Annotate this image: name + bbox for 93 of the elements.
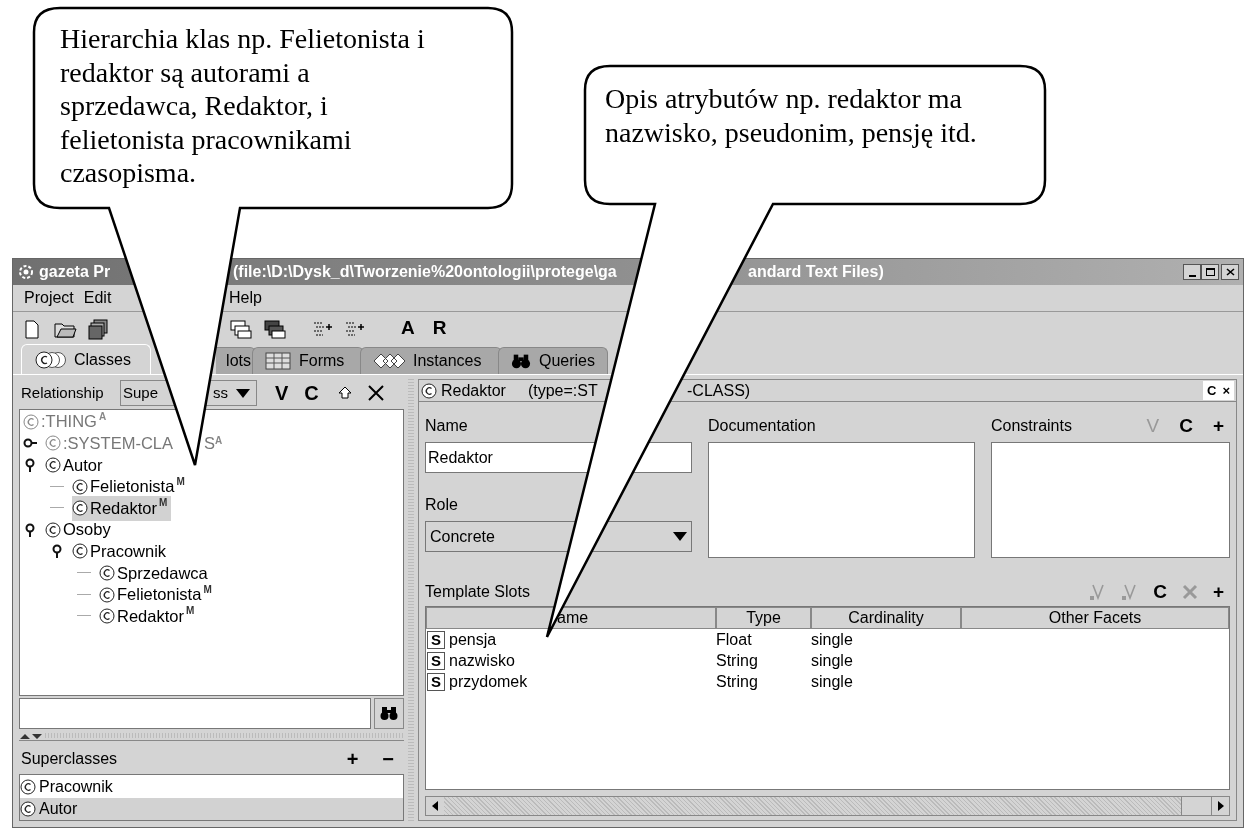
left-arrow-icon[interactable]	[432, 801, 438, 811]
search-field[interactable]	[19, 698, 371, 730]
menu-item[interactable]: Edit	[80, 286, 115, 310]
class-icon	[45, 435, 61, 452]
windows-icon[interactable]	[263, 317, 287, 340]
table-cell-text: single	[811, 671, 854, 692]
menu-item[interactable]: Project	[21, 286, 77, 310]
column-header[interactable]: Other Facets	[961, 607, 1229, 629]
right-arrow-icon[interactable]	[1217, 801, 1224, 811]
table-cell-text: nazwisko	[449, 650, 515, 671]
window-title: gazeta Pr	[39, 262, 111, 282]
class-icon	[23, 413, 39, 430]
remove-button[interactable]: −	[382, 743, 394, 774]
template-slots-title: Template Slots	[425, 582, 530, 602]
relationship-label: Relationship	[21, 382, 105, 403]
class-name: Redaktor	[441, 380, 506, 401]
name-label: Name	[425, 416, 469, 436]
instances-icon	[373, 352, 405, 370]
close-button[interactable]	[1221, 264, 1239, 280]
tab[interactable]: Forms	[252, 347, 364, 374]
tab[interactable]: Classes	[21, 344, 151, 374]
slot-marker: S	[427, 630, 445, 649]
class-icon	[72, 543, 88, 560]
add-button[interactable]: +	[346, 743, 359, 774]
class-type: (type=:ST	[527, 380, 598, 401]
binoculars-icon	[380, 706, 398, 722]
header-button[interactable]: C	[1207, 380, 1217, 401]
tab[interactable]: Queries	[498, 347, 608, 374]
class-type: -CLASS)	[687, 380, 751, 401]
table-cell-text: przydomek	[449, 671, 528, 692]
slot-button[interactable]: C	[1153, 577, 1167, 607]
table-cell-text: String	[716, 650, 759, 671]
table-cell-text: Float	[716, 629, 753, 650]
toolbar-button[interactable]: A	[401, 314, 415, 343]
role-label: Role	[425, 495, 459, 515]
class-icon	[99, 586, 115, 603]
splitter-arrows-icon[interactable]	[19, 731, 43, 740]
class-icon	[72, 478, 88, 495]
constraint-button[interactable]: C	[1179, 411, 1193, 441]
callout-text: Hierarchia klas np. Felietonista i redaktor są autorami a sprzedawca, Redaktor, i felietonista pracownikami czasopisma.	[60, 22, 425, 190]
expanded-handle-icon[interactable]	[23, 458, 37, 472]
slot-marker: S	[427, 672, 445, 691]
slot-marker: S	[427, 651, 445, 670]
table-cell-text: String	[716, 671, 759, 692]
toolbar-button[interactable]: V	[275, 378, 289, 408]
window-title: (file:\D:\Dysk_d\Tworzenie%20ontologii\protege\ga	[233, 263, 617, 280]
classes-icon	[34, 350, 66, 369]
column-header[interactable]: Type	[716, 607, 811, 629]
class-icon	[45, 457, 61, 473]
dropdown-arrow-icon	[236, 388, 250, 398]
superclasses-title: Superclasses	[21, 748, 118, 769]
form-grid-icon	[265, 352, 291, 370]
window-title: andard Text Files)	[748, 262, 884, 282]
tree-item-text: S$^{A}$	[204, 433, 223, 454]
expanded-handle-icon[interactable]	[50, 544, 64, 559]
table-cell-text: single	[811, 629, 854, 650]
table-cell-text: pensja	[449, 629, 497, 650]
floppy-disks-icon[interactable]	[87, 317, 109, 340]
tree-item[interactable]: Redaktor$^{M}$	[72, 495, 172, 521]
slot-button[interactable]: +	[1212, 577, 1224, 607]
binoculars-icon	[511, 352, 531, 370]
constraint-button[interactable]: +	[1212, 411, 1224, 441]
list-item[interactable]: Pracownik	[20, 776, 403, 798]
role-dropdown[interactable]: Concrete	[425, 521, 692, 552]
horizontal-scrollbar[interactable]	[425, 796, 1230, 816]
up-arrow-icon[interactable]	[336, 385, 353, 401]
constraints-label: Constraints	[991, 416, 1072, 436]
column-header[interactable]: ame	[426, 607, 716, 629]
app-logo-icon	[17, 263, 35, 281]
maximize-button[interactable]	[1201, 264, 1219, 280]
class-icon	[45, 521, 61, 538]
close-button[interactable]: ×	[1222, 380, 1230, 401]
constraints-field[interactable]	[991, 442, 1230, 558]
documentation-field[interactable]	[708, 442, 975, 558]
dropdown-arrow-icon	[673, 532, 687, 541]
close-icon	[1225, 268, 1235, 276]
search-button[interactable]	[374, 698, 404, 730]
menu-item[interactable]: Help	[226, 286, 265, 310]
delete-icon[interactable]	[366, 384, 385, 402]
class-icon	[72, 500, 88, 517]
documentation-label: Documentation	[708, 416, 817, 436]
class-icon	[99, 564, 115, 581]
toolbar-button[interactable]: C	[304, 378, 319, 408]
minimize-button[interactable]	[1183, 264, 1201, 280]
table-cell-text: single	[811, 650, 854, 671]
class-icon	[421, 382, 437, 399]
class-icon	[99, 608, 115, 625]
column-header[interactable]: Cardinality	[811, 607, 961, 629]
list-item[interactable]: Autor	[20, 798, 403, 820]
windows-icon[interactable]	[229, 317, 253, 340]
toolbar-button[interactable]: R	[432, 314, 447, 343]
expanded-handle-icon[interactable]	[23, 522, 37, 537]
callout-text: Opis atrybutów np. redaktor ma nazwisko, pseudonim, pensję itd.	[605, 82, 977, 149]
